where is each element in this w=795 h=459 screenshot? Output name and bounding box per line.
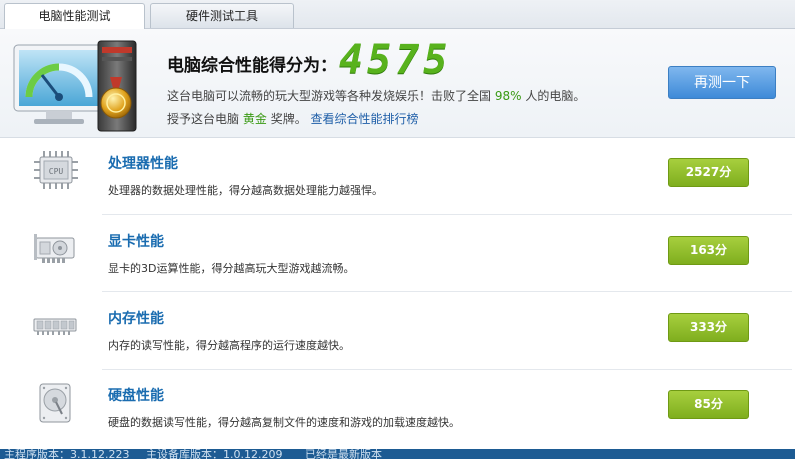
memory-title: 内存性能 — [108, 311, 164, 327]
award-prefix: 授予这台电脑 — [167, 112, 240, 126]
cpu-description: 处理器的数据处理性能，得分越高数据处理能力越强悍。 — [108, 184, 383, 197]
graphics-performance-row: 显卡性能 显卡的3D运算性能，得分越高玩大型游戏越流畅。 163分 — [0, 216, 795, 294]
score-description: 这台电脑可以流畅的玩大型游戏等各种发烧娱乐！击败了全国 98% 人的电脑。 — [167, 87, 585, 104]
ranking-link[interactable]: 查看综合性能排行榜 — [311, 112, 419, 126]
score-label: 电脑综合性能得分为： — [167, 56, 337, 76]
memory-performance-row: 内存性能 内存的读写性能，得分越高程序的运行速度越快。 333分 — [0, 293, 795, 371]
divider — [102, 214, 792, 215]
graphics-card-icon — [34, 234, 75, 263]
beat-percentage: 98% — [494, 89, 522, 103]
memory-description: 内存的读写性能，得分越高程序的运行速度越快。 — [108, 339, 350, 352]
graphics-title: 显卡性能 — [108, 234, 164, 250]
description-suffix: 人的电脑。 — [525, 89, 586, 103]
svg-text:CPU: CPU — [49, 167, 64, 176]
disk-title: 硬盘性能 — [108, 388, 164, 404]
cpu-performance-row: CPU 处理器性能 处理器的数据处理性能，得分越高数据处理能力越强悍。 2527… — [0, 138, 795, 216]
main-program-version: 主程序版本：3.1.12.223 — [4, 449, 130, 459]
award-medal: 黄金 — [242, 112, 267, 126]
tab-pc-performance-test[interactable]: 电脑性能测试 — [4, 3, 145, 29]
description-prefix: 这台电脑可以流畅的玩大型游戏等各种发烧娱乐！击败了全国 — [167, 89, 492, 103]
status-bar: 主程序版本：3.1.12.223 主设备库版本：1.0.12.209 已经是最新… — [0, 449, 795, 459]
device-db-version: 主设备库版本：1.0.12.209 — [146, 449, 283, 459]
disk-description: 硬盘的数据读写性能，得分越高复制文件的速度和游戏的加载速度越快。 — [108, 416, 460, 429]
cpu-icon: CPU — [34, 151, 78, 189]
retest-button[interactable]: 再测一下 — [668, 66, 776, 99]
hard-disk-icon — [39, 383, 71, 423]
score-value: 4575 — [339, 37, 452, 83]
cpu-title: 处理器性能 — [108, 156, 178, 172]
memory-module-icon — [33, 318, 77, 335]
score-header: 电脑综合性能得分为： 4575 这台电脑可以流畅的玩大型游戏等各种发烧娱乐！击败… — [0, 29, 795, 138]
award-suffix: 奖牌。 — [270, 112, 307, 126]
memory-score-badge: 333分 — [668, 313, 749, 342]
award-description: 授予这台电脑 黄金 奖牌。 查看综合性能排行榜 — [167, 110, 419, 127]
tab-bar: 电脑性能测试 硬件测试工具 — [0, 0, 795, 29]
graphics-description: 显卡的3D运算性能，得分越高玩大型游戏越流畅。 — [108, 262, 355, 275]
tab-hardware-test-tools[interactable]: 硬件测试工具 — [150, 3, 294, 28]
performance-gauge-icon — [13, 40, 137, 132]
update-status: 已经是最新版本 — [305, 449, 382, 459]
disk-performance-row: 硬盘性能 硬盘的数据读写性能，得分越高复制文件的速度和游戏的加载速度越快。 85… — [0, 370, 795, 448]
graphics-score-badge: 163分 — [668, 236, 749, 265]
disk-score-badge: 85分 — [668, 390, 749, 419]
divider — [102, 291, 792, 292]
cpu-score-badge: 2527分 — [668, 158, 749, 187]
